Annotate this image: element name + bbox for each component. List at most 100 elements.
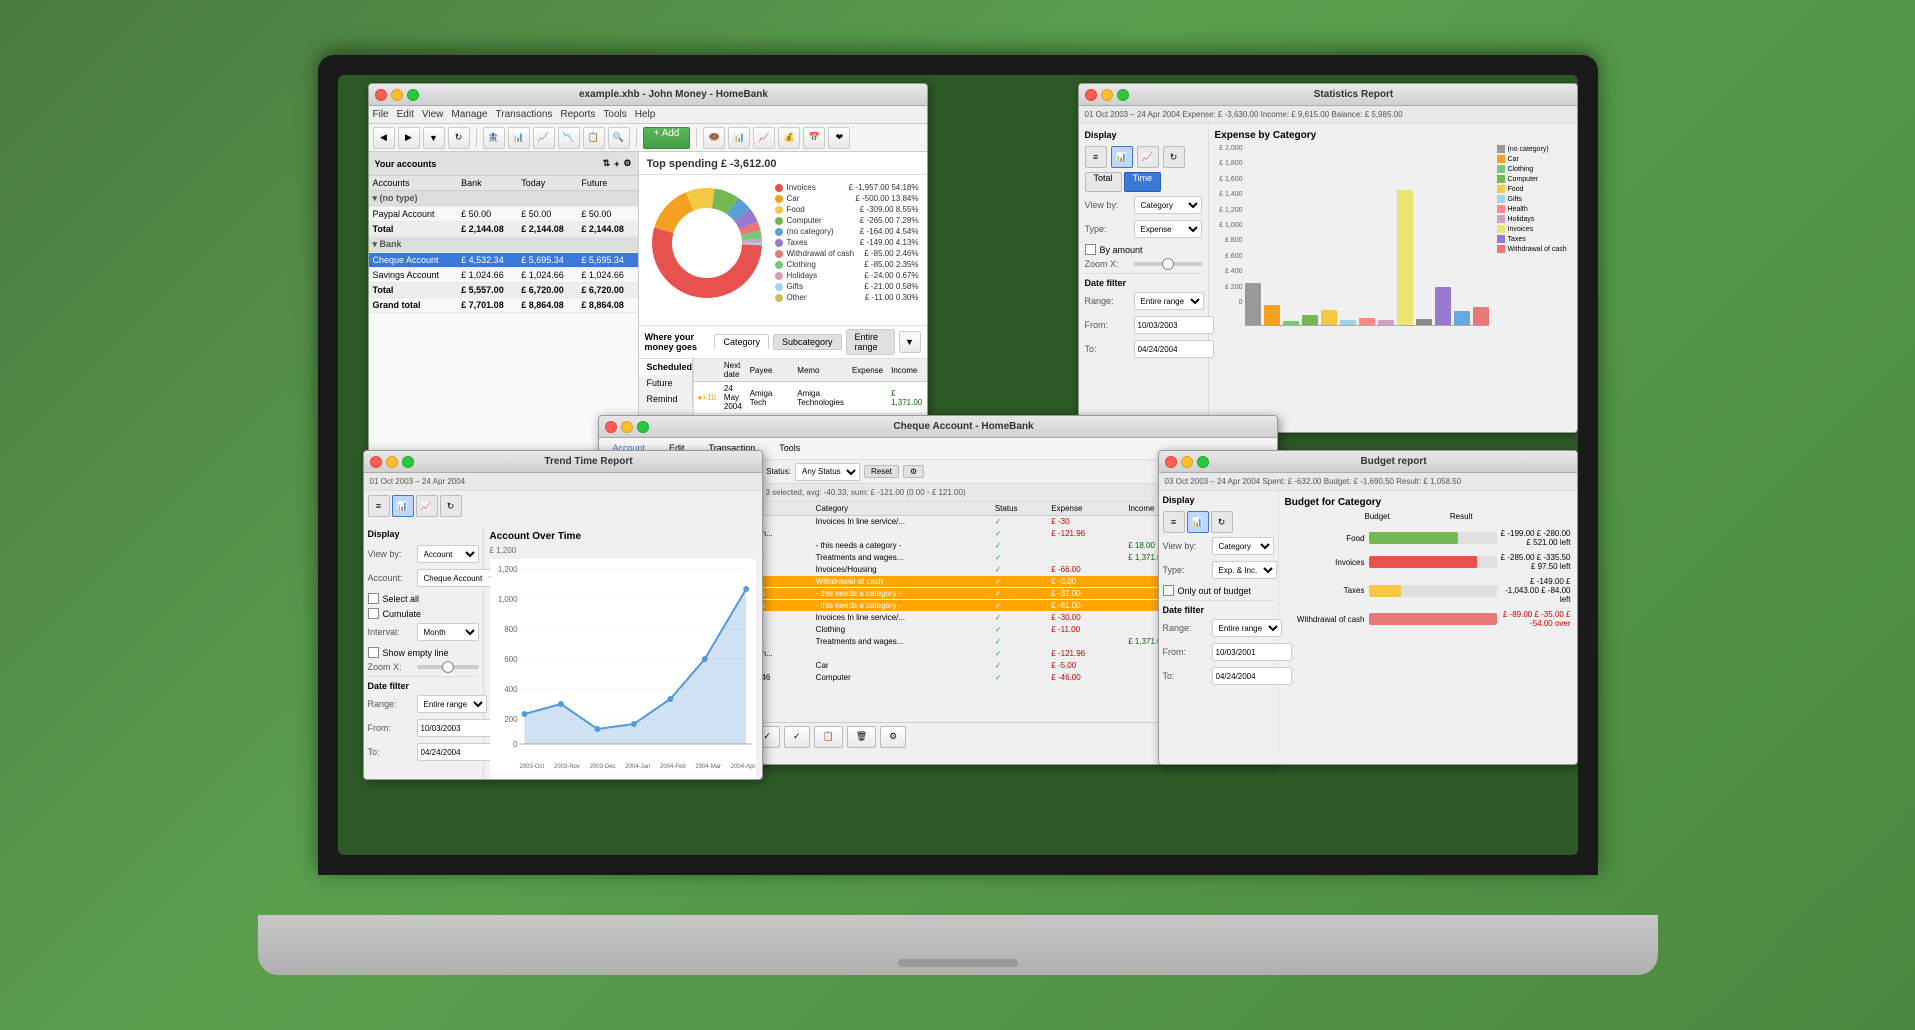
stats-max[interactable]	[1117, 89, 1129, 101]
cheque-close[interactable]	[605, 421, 617, 433]
menu-tools[interactable]: Tools	[603, 109, 626, 120]
stats-icon-refresh[interactable]: ↻	[1163, 146, 1185, 168]
stats-icon-line[interactable]: 📈	[1137, 146, 1159, 168]
toolbar-chart3[interactable]: 📉	[558, 127, 580, 149]
cheque-min[interactable]	[621, 421, 633, 433]
toolbar-pie[interactable]: 🍩	[703, 127, 725, 149]
toolbar-line[interactable]: 📈	[753, 127, 775, 149]
budget-controls[interactable]	[1165, 456, 1209, 468]
trend-viewby-select[interactable]: Account	[417, 545, 479, 563]
stats-range-select[interactable]: Entire range	[1134, 292, 1204, 310]
stats-min[interactable]	[1101, 89, 1113, 101]
budget-type-select[interactable]: Exp. & Inc.	[1212, 561, 1277, 579]
copy-btn[interactable]: 📋	[814, 726, 843, 748]
selectall-checkbox[interactable]	[368, 593, 379, 604]
stats-close[interactable]	[1085, 89, 1097, 101]
min-btn[interactable]	[391, 89, 403, 101]
trend-close[interactable]	[370, 456, 382, 468]
sched-tab-future[interactable]: Future	[639, 375, 693, 391]
trend-max[interactable]	[402, 456, 414, 468]
filter-icon[interactable]: ⚙	[903, 465, 924, 478]
toolbar-chart2[interactable]: 📈	[533, 127, 555, 149]
range-dropdown[interactable]: ▼	[899, 331, 921, 353]
toolbar-bar[interactable]: 📊	[728, 127, 750, 149]
settings-btn[interactable]: ⚙	[880, 726, 906, 748]
budget-icon-refresh[interactable]: ↻	[1211, 511, 1233, 533]
budget-viewby-select[interactable]: Category	[1212, 537, 1274, 555]
toolbar-refresh[interactable]: ↻	[448, 127, 470, 149]
stats-zoom-thumb[interactable]	[1162, 258, 1174, 270]
toolbar-heart[interactable]: ❤	[828, 127, 850, 149]
toolbar-accounts[interactable]: 🏦	[483, 127, 505, 149]
trend-controls[interactable]	[370, 456, 414, 468]
toolbar-chart4[interactable]: 📋	[583, 127, 605, 149]
account-paypal[interactable]: Paypal Account £ 50.00 £ 50.00 £ 50.00	[369, 207, 638, 222]
menu-help[interactable]: Help	[635, 109, 656, 120]
trend-min[interactable]	[386, 456, 398, 468]
stats-icon-bar[interactable]: 📊	[1111, 146, 1133, 168]
tab-category[interactable]: Category	[714, 334, 769, 350]
onlyover-checkbox[interactable]	[1163, 585, 1174, 596]
menu-manage[interactable]: Manage	[451, 109, 487, 120]
menu-file[interactable]: File	[373, 109, 389, 120]
stats-to-input[interactable]	[1134, 340, 1214, 358]
cheque-tab-tools[interactable]: Tools	[771, 441, 808, 457]
sched-tab-scheduled[interactable]: Scheduled	[639, 359, 693, 375]
trend-icon-refresh[interactable]: ↻	[440, 495, 462, 517]
stats-from-input[interactable]	[1134, 316, 1214, 334]
clear-btn[interactable]: ✓	[784, 726, 810, 748]
toolbar-search[interactable]: 🔍	[608, 127, 630, 149]
cumulate-checkbox[interactable]	[368, 608, 379, 619]
trend-icon-list[interactable]: ≡	[368, 495, 390, 517]
mode-total[interactable]: Total	[1085, 172, 1122, 192]
cheque-max[interactable]	[637, 421, 649, 433]
account-savings[interactable]: Savings Account £ 1,024.66 £ 1,024.66 £ …	[369, 268, 638, 283]
toolbar-back[interactable]: ◀	[373, 127, 395, 149]
accounts-add-icon[interactable]: +	[614, 159, 619, 169]
trend-zoom-thumb[interactable]	[442, 661, 454, 673]
menu-view[interactable]: View	[422, 109, 444, 120]
trend-icon-line[interactable]: 📈	[416, 495, 438, 517]
trend-zoom-slider[interactable]	[417, 665, 479, 669]
sched-row-1[interactable]: ●+10 24 May 2004 Amiga Tech Amiga Techno…	[694, 382, 927, 414]
trend-icon-bar[interactable]: 📊	[392, 495, 414, 517]
showempty-checkbox[interactable]	[368, 647, 379, 658]
sched-tab-remind[interactable]: Remind	[639, 391, 693, 407]
budget-range-select[interactable]: Entire range	[1212, 619, 1282, 637]
stats-controls[interactable]	[1085, 89, 1129, 101]
budget-close[interactable]	[1165, 456, 1177, 468]
toolbar-fwd[interactable]: ▶	[398, 127, 420, 149]
stats-zoom-slider[interactable]	[1134, 262, 1202, 266]
toolbar-chart1[interactable]: 📊	[508, 127, 530, 149]
cheque-controls[interactable]	[605, 421, 649, 433]
main-window-controls[interactable]	[375, 89, 419, 101]
accounts-settings-icon[interactable]: ⚙	[623, 158, 631, 169]
trend-interval-select[interactable]: Month	[417, 623, 479, 641]
menu-edit[interactable]: Edit	[397, 109, 414, 120]
trend-range-select[interactable]: Entire range	[417, 695, 487, 713]
add-button[interactable]: + Add	[643, 127, 691, 149]
close-btn[interactable]	[375, 89, 387, 101]
mode-time[interactable]: Time	[1124, 172, 1162, 192]
toolbar-cal[interactable]: 📅	[803, 127, 825, 149]
budget-min[interactable]	[1181, 456, 1193, 468]
stats-viewby-select[interactable]: Category	[1134, 196, 1202, 214]
menu-transactions[interactable]: Transactions	[496, 109, 553, 120]
account-cheque[interactable]: Cheque Account £ 4,532.34 £ 5,695.34 £ 5…	[369, 253, 638, 268]
accounts-sort-icon[interactable]: ⇅	[603, 158, 611, 169]
filter-status[interactable]: Any Status	[795, 463, 860, 481]
tab-entire-range[interactable]: Entire range	[846, 329, 895, 355]
tab-subcategory[interactable]: Subcategory	[773, 334, 842, 350]
budget-icon-list[interactable]: ≡	[1163, 511, 1185, 533]
filter-reset-btn[interactable]: Reset	[864, 465, 899, 478]
menu-reports[interactable]: Reports	[560, 109, 595, 120]
toolbar-dd[interactable]: ▼	[423, 127, 445, 149]
toolbar-budget[interactable]: 💰	[778, 127, 800, 149]
budget-max[interactable]	[1197, 456, 1209, 468]
stats-type-select[interactable]: Expense	[1134, 220, 1202, 238]
budget-icon-bar[interactable]: 📊	[1187, 511, 1209, 533]
delete-btn[interactable]: 🗑	[847, 726, 876, 748]
stats-icon-list[interactable]: ≡	[1085, 146, 1107, 168]
byamount-checkbox[interactable]	[1085, 244, 1096, 255]
max-btn[interactable]	[407, 89, 419, 101]
